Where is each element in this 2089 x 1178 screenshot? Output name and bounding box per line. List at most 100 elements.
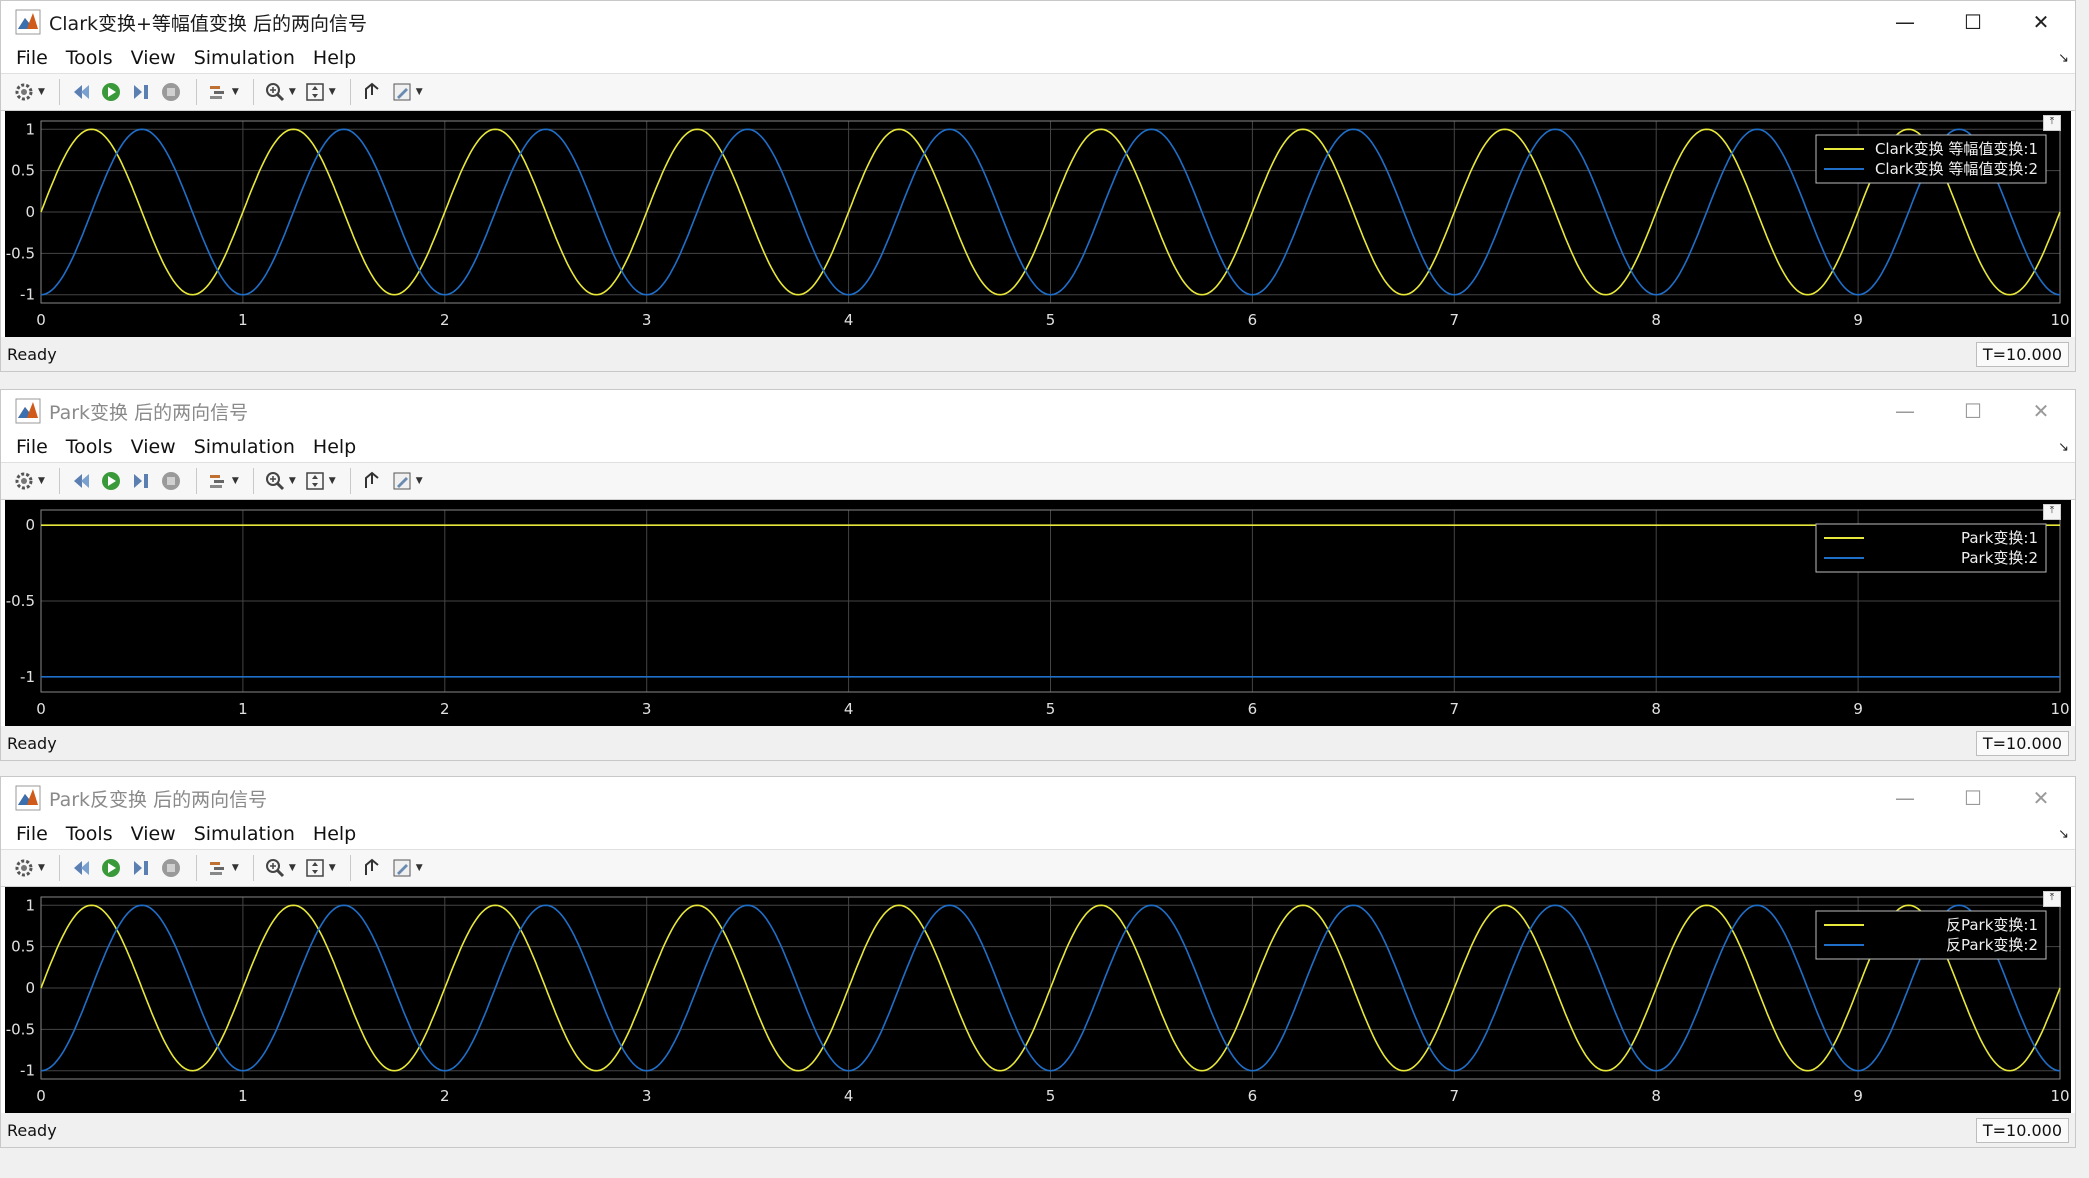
scope-plot[interactable]: 0 1 2 3 4 5 6 7 8 9 1010.50-0.5-1Clark变换 等幅值变换:1Cl…: [5, 111, 2073, 337]
legend[interactable]: Clark变换 等幅值变换:1 Clark变换 等幅值变换:2: [1815, 134, 2047, 184]
scope-plot[interactable]: 0 1 2 3 4 5 6 7 8 9 1010.50-0.5-1反Park变换:1反Park变换:…: [5, 887, 2073, 1113]
dropdown-arrow-icon[interactable]: ▼: [416, 863, 423, 873]
settings-icon[interactable]: [11, 468, 37, 494]
undock-icon[interactable]: ⤒: [2043, 504, 2061, 520]
menu-simulation[interactable]: Simulation: [185, 47, 304, 69]
dropdown-arrow-icon[interactable]: ▼: [232, 863, 239, 873]
menu-overflow-icon[interactable]: ↘: [2058, 440, 2069, 455]
menu-file[interactable]: File: [7, 436, 57, 458]
title-bar[interactable]: Clark变换+等幅值变换 后的两向信号 — ☐ ✕: [1, 1, 2075, 43]
dropdown-arrow-icon[interactable]: ▼: [416, 87, 423, 97]
edit-icon[interactable]: [389, 468, 415, 494]
dropdown-arrow-icon[interactable]: ▼: [232, 476, 239, 486]
dropdown-arrow-icon[interactable]: ▼: [38, 87, 45, 97]
legend[interactable]: 反Park变换:1 反Park变换:2: [1815, 910, 2047, 960]
rewind-icon[interactable]: [68, 855, 94, 881]
settings-icon[interactable]: [11, 855, 37, 881]
step-icon[interactable]: [128, 855, 154, 881]
scope-window[interactable]: Park反变换 后的两向信号 — ☐ ✕ File Tools View Simulation…: [0, 776, 2076, 1148]
menu-simulation[interactable]: Simulation: [185, 823, 304, 845]
menu-tools[interactable]: Tools: [57, 47, 122, 69]
fit-icon[interactable]: [302, 79, 328, 105]
dropdown-arrow-icon[interactable]: ▼: [329, 476, 336, 486]
scope-window[interactable]: Clark变换+等幅值变换 后的两向信号 — ☐ ✕ File Tools View Simu…: [0, 0, 2076, 372]
step-icon[interactable]: [128, 79, 154, 105]
menu-file[interactable]: File: [7, 823, 57, 845]
run-icon[interactable]: [98, 468, 124, 494]
legend[interactable]: Park变换:1 Park变换:2: [1815, 523, 2047, 573]
close-button[interactable]: ✕: [2007, 390, 2075, 432]
stop-icon[interactable]: [158, 468, 184, 494]
minimize-button[interactable]: —: [1871, 390, 1939, 432]
menu-tools[interactable]: Tools: [57, 823, 122, 845]
dropdown-arrow-icon[interactable]: ▼: [232, 87, 239, 97]
rewind-icon[interactable]: [68, 79, 94, 105]
scope-plot[interactable]: 0 1 2 3 4 5 6 7 8 9 10 0 -0.5 -1 Park变换:1 Park变换:2: [5, 500, 2073, 726]
menu-simulation[interactable]: Simulation: [185, 436, 304, 458]
highlight-icon[interactable]: [205, 468, 231, 494]
zoom-icon[interactable]: [262, 855, 288, 881]
toolbar-separator: [349, 855, 351, 881]
scope-window[interactable]: Park变换 后的两向信号 — ☐ ✕ File Tools View Simulation H…: [0, 389, 2076, 761]
dropdown-arrow-icon[interactable]: ▼: [38, 863, 45, 873]
toolbar-separator: [252, 855, 254, 881]
menu-help[interactable]: Help: [304, 436, 365, 458]
menu-help[interactable]: Help: [304, 823, 365, 845]
fit-icon[interactable]: [302, 855, 328, 881]
minimize-button[interactable]: —: [1871, 1, 1939, 43]
run-icon[interactable]: [98, 79, 124, 105]
minimize-button[interactable]: —: [1871, 777, 1939, 819]
undock-icon[interactable]: ⤒: [2043, 891, 2061, 907]
maximize-button[interactable]: ☐: [1939, 390, 2007, 432]
plot-area[interactable]: 0 1 2 3 4 5 6 7 8 9 10 0 -0.5 -1 Park变换:1 Park变换:2 ⤒: [5, 500, 2071, 726]
window-title: Park反变换 后的两向信号: [49, 788, 268, 811]
menu-overflow-icon[interactable]: ↘: [2058, 827, 2069, 842]
dropdown-arrow-icon[interactable]: ▼: [289, 863, 296, 873]
close-button[interactable]: ✕: [2007, 1, 2075, 43]
title-bar[interactable]: Park反变换 后的两向信号 — ☐ ✕: [1, 777, 2075, 819]
dropdown-arrow-icon[interactable]: ▼: [289, 476, 296, 486]
menu-help[interactable]: Help: [304, 47, 365, 69]
highlight-icon[interactable]: [205, 855, 231, 881]
dropdown-arrow-icon[interactable]: ▼: [416, 476, 423, 486]
menu-tools[interactable]: Tools: [57, 436, 122, 458]
step-icon[interactable]: [128, 468, 154, 494]
y-tick-label: -1: [20, 1062, 35, 1080]
menu-file[interactable]: File: [7, 47, 57, 69]
toolbar-separator: [195, 855, 197, 881]
menu-view[interactable]: View: [122, 823, 185, 845]
restore-icon[interactable]: [359, 468, 385, 494]
dropdown-arrow-icon[interactable]: ▼: [329, 863, 336, 873]
rewind-icon[interactable]: [68, 468, 94, 494]
settings-icon[interactable]: [11, 79, 37, 105]
highlight-icon[interactable]: [205, 79, 231, 105]
matlab-logo-icon: [15, 398, 41, 424]
menu-view[interactable]: View: [122, 47, 185, 69]
title-bar[interactable]: Park变换 后的两向信号 — ☐ ✕: [1, 390, 2075, 432]
stop-icon[interactable]: [158, 79, 184, 105]
restore-icon[interactable]: [359, 79, 385, 105]
dropdown-arrow-icon[interactable]: ▼: [289, 87, 296, 97]
x-tick-label: 5: [1046, 700, 1056, 718]
edit-icon[interactable]: [389, 855, 415, 881]
menu-view[interactable]: View: [122, 436, 185, 458]
dropdown-arrow-icon[interactable]: ▼: [38, 476, 45, 486]
plot-area[interactable]: 0 1 2 3 4 5 6 7 8 9 10 1 0.5 0 -0.5 -1 反Park变换:1 反Park变换:…: [5, 887, 2071, 1113]
dropdown-arrow-icon[interactable]: ▼: [329, 87, 336, 97]
fit-icon[interactable]: [302, 468, 328, 494]
y-tick-label: 0: [25, 979, 35, 997]
maximize-button[interactable]: ☐: [1939, 777, 2007, 819]
maximize-button[interactable]: ☐: [1939, 1, 2007, 43]
menu-overflow-icon[interactable]: ↘: [2058, 51, 2069, 66]
edit-icon[interactable]: [389, 79, 415, 105]
stop-icon[interactable]: [158, 855, 184, 881]
menu-bar: File Tools View Simulation Help ↘: [1, 819, 2075, 849]
zoom-icon[interactable]: [262, 79, 288, 105]
run-icon[interactable]: [98, 855, 124, 881]
close-button[interactable]: ✕: [2007, 777, 2075, 819]
restore-icon[interactable]: [359, 855, 385, 881]
plot-area[interactable]: 0 1 2 3 4 5 6 7 8 9 10 1 0.5 0 -0.5 -1 Clark变换 等幅值变换:1 Cl…: [5, 111, 2071, 337]
zoom-icon[interactable]: [262, 468, 288, 494]
x-tick-label: 6: [1248, 1087, 1258, 1105]
undock-icon[interactable]: ⤒: [2043, 115, 2061, 131]
